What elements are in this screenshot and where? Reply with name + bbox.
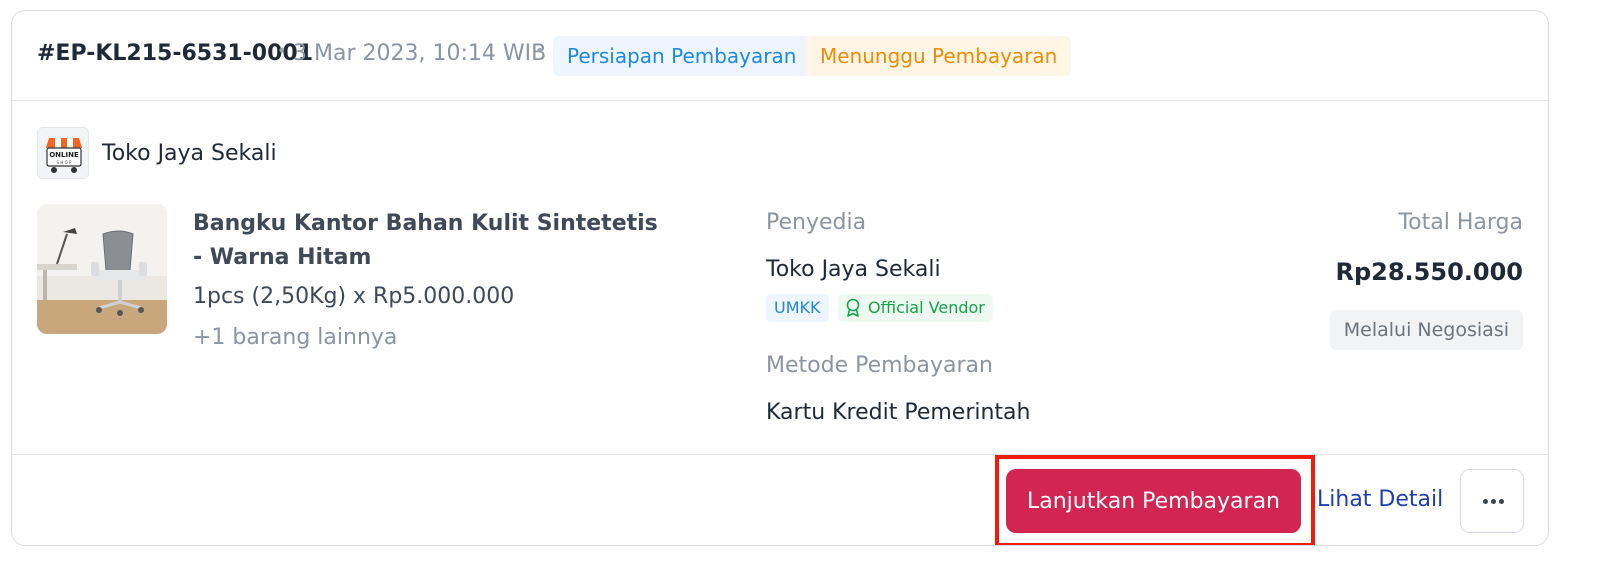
total-price-label: Total Harga bbox=[1398, 210, 1523, 235]
product-title: Bangku Kantor Bahan Kulit Sintetetis - W… bbox=[193, 211, 658, 270]
payment-method-label: Metode Pembayaran bbox=[766, 353, 993, 378]
footer-divider bbox=[12, 454, 1548, 455]
logo-subtext: S H O P bbox=[57, 160, 73, 165]
separator-dot: • bbox=[535, 41, 545, 60]
vendor-label: Penyedia bbox=[766, 210, 867, 235]
official-vendor-tag: Official Vendor bbox=[838, 294, 993, 322]
negotiation-badge: Melalui Negosiasi bbox=[1329, 310, 1523, 350]
separator-dot: • bbox=[277, 41, 287, 60]
order-id: #EP-KL215-6531-0001 bbox=[37, 41, 314, 66]
official-vendor-label: Official Vendor bbox=[868, 298, 985, 317]
product-image bbox=[37, 204, 167, 334]
product-quantity: 1pcs (2,50Kg) x Rp5.000.000 bbox=[193, 284, 515, 309]
more-items-text: +1 barang lainnya bbox=[193, 325, 398, 350]
order-header: #EP-KL215-6531-0001 • 3 Mar 2023, 10:14 … bbox=[12, 11, 1548, 101]
order-date: 3 Mar 2023, 10:14 WIB bbox=[293, 41, 547, 66]
order-card: #EP-KL215-6531-0001 • 3 Mar 2023, 10:14 … bbox=[11, 10, 1549, 546]
view-detail-link[interactable]: Lihat Detail bbox=[1317, 487, 1443, 512]
more-horizontal-icon bbox=[1483, 499, 1488, 504]
status-badge-waiting: Menunggu Pembayaran bbox=[806, 36, 1072, 76]
logo-text: ONLINE bbox=[49, 151, 79, 159]
total-price-value: Rp28.550.000 bbox=[1335, 258, 1524, 286]
umkk-tag: UMKK bbox=[766, 294, 829, 322]
store-logo: ONLINE S H O P bbox=[37, 127, 89, 179]
continue-payment-button[interactable]: Lanjutkan Pembayaran bbox=[1006, 469, 1301, 533]
more-options-button[interactable] bbox=[1460, 469, 1524, 533]
store-name: Toko Jaya Sekali bbox=[102, 141, 277, 166]
vendor-name: Toko Jaya Sekali bbox=[766, 257, 941, 282]
payment-method-value: Kartu Kredit Pemerintah bbox=[766, 400, 1031, 425]
status-badge-preparation: Persiapan Pembayaran bbox=[553, 36, 811, 76]
award-icon bbox=[846, 298, 860, 317]
